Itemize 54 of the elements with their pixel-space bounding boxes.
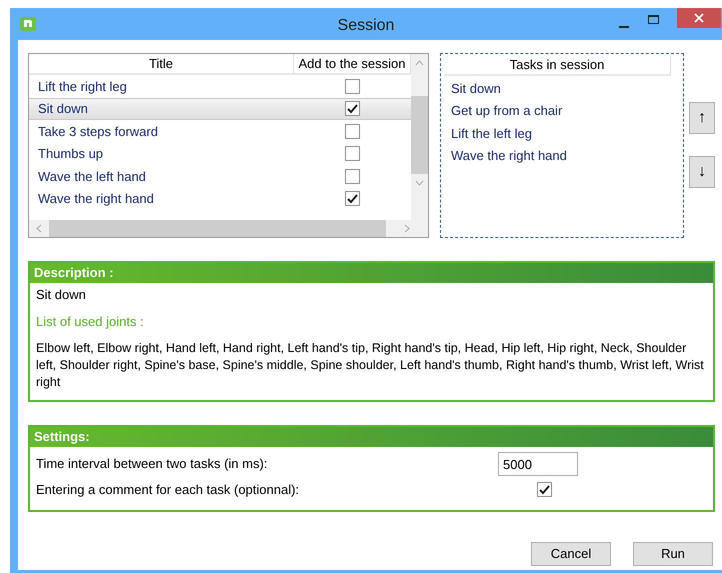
checkmark-icon [539,484,550,494]
exercise-row[interactable]: Lift the right leg [29,75,411,98]
comment-checkbox[interactable] [537,482,552,497]
add-checkbox[interactable] [345,146,360,162]
exercise-title: Sit down [37,100,89,118]
exercise-title: Wave the right hand [37,190,155,208]
add-checkbox[interactable] [345,168,360,184]
checkmark-icon [347,104,358,114]
exercise-row[interactable]: Wave the right hand [29,188,411,210]
joints-label: List of used joints : [36,312,145,331]
column-header[interactable]: Title [29,54,294,75]
interval-input[interactable]: 5000 [498,452,578,476]
exercise-row[interactable]: Sit down [29,98,411,120]
exercise-row[interactable]: Take 3 steps forward [29,120,411,142]
app-logo-icon [20,17,36,31]
scroll-left-icon[interactable] [36,224,42,233]
window-title: Session [336,16,396,36]
task-item[interactable]: Lift the left leg [444,122,679,144]
scroll-up-icon[interactable] [415,60,424,66]
maximize-icon[interactable] [648,15,660,25]
panel-header: Description : [30,263,713,283]
checkmark-icon [347,194,358,204]
exercise-row[interactable]: Wave the left hand [29,165,411,188]
close-button[interactable] [677,8,721,28]
joints-list: Elbow left, Elbow right, Hand left, Hand right, Left hand's tip, Right hand's tip, Head, Hip left, Hip right, Neck, Shoulder left, Shoulder right, Spine's base, Spine's middle, Spine shoulder, Left hand's thumb, Right hand's thumb, Wrist left, Wrist right [36,340,707,391]
add-checkbox[interactable] [345,124,360,139]
comment-label: Entering a comment for each task (optionnal): [36,480,300,499]
move-up-button[interactable]: ↑ [689,102,715,134]
exercise-title: Take 3 steps forward [37,122,159,141]
task-item[interactable]: Wave the right hand [444,144,679,167]
scrollbar-thumb[interactable] [411,96,428,174]
interval-label: Time interval between two tasks (in ms): [36,455,268,474]
scrollbar-thumb[interactable] [49,220,386,237]
panel-header: Settings: [30,427,713,447]
add-checkbox[interactable] [345,78,360,94]
run-button[interactable]: Run [633,542,713,566]
exercise-title: Wave the left hand [37,168,147,186]
column-header: Tasks in session [444,55,671,76]
scroll-right-icon[interactable] [404,224,410,233]
exercise-title: Thumbs up [37,145,104,163]
close-icon [694,13,704,23]
minimize-icon[interactable] [619,26,631,29]
add-checkbox[interactable] [345,191,360,206]
exercise-row[interactable]: Thumbs up [29,142,411,165]
add-checkbox[interactable] [345,101,360,116]
task-item[interactable]: Get up from a chair [444,100,679,122]
horizontal-scrollbar[interactable] [29,220,428,237]
exercise-name: Sit down [36,286,87,304]
exercise-title: Lift the right leg [37,78,128,96]
task-item[interactable]: Sit down [444,77,679,100]
cancel-button[interactable]: Cancel [531,542,611,566]
vertical-scrollbar[interactable] [411,54,428,220]
move-down-button[interactable]: ↓ [689,156,715,188]
scroll-down-icon[interactable] [415,180,424,186]
